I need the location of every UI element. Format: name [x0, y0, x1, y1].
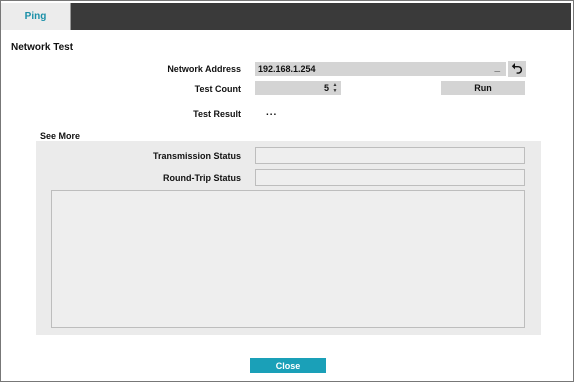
undo-arrow-icon [511, 62, 523, 76]
close-button[interactable]: Close [250, 358, 326, 373]
network-address-input[interactable]: 192.168.1.254 _ [255, 62, 506, 76]
test-count-stepper[interactable]: 5 ▲ ▼ [255, 81, 341, 95]
network-address-value: 192.168.1.254 [258, 64, 316, 74]
round-trip-status-label: Round-Trip Status [163, 173, 241, 183]
chevron-down-icon[interactable]: ▼ [333, 88, 338, 94]
text-cursor: _ [494, 62, 500, 73]
test-result-label: Test Result [193, 109, 241, 119]
see-more-title: See More [40, 131, 81, 141]
test-count-label: Test Count [194, 84, 241, 94]
transmission-status-label: Transmission Status [152, 151, 241, 161]
test-result-value: ... [266, 107, 278, 118]
spinner-buttons[interactable]: ▲ ▼ [331, 82, 339, 94]
ping-log-output[interactable] [51, 190, 525, 328]
transmission-status-field [255, 147, 525, 164]
network-address-label: Network Address [167, 64, 241, 74]
round-trip-status-field [255, 169, 525, 186]
test-count-value: 5 [323, 83, 329, 93]
tab-ping[interactable]: Ping [1, 3, 71, 30]
undo-button[interactable] [508, 61, 526, 77]
tab-bar: Ping [1, 3, 571, 30]
section-title-network-test: Network Test [11, 42, 74, 53]
run-button[interactable]: Run [441, 81, 525, 95]
